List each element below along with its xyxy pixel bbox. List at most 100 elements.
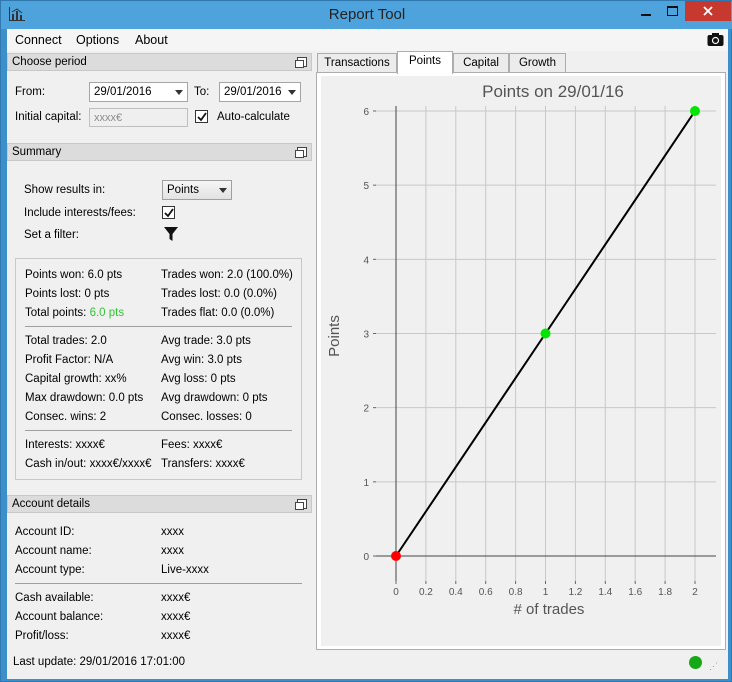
account-balance-label: Account balance: — [15, 611, 104, 623]
account-type-value: Live-xxxx — [161, 564, 209, 576]
chevron-down-icon — [288, 90, 296, 95]
total-points-label: Total points: — [25, 307, 87, 319]
show-results-label: Show results in: — [24, 184, 106, 196]
y-tick-label: 5 — [363, 181, 369, 192]
show-results-select[interactable]: Points — [162, 180, 232, 200]
menu-options[interactable]: Options — [76, 33, 119, 47]
menu-about[interactable]: About — [135, 33, 168, 47]
trades-won: Trades won: 2.0 (100.0%) — [161, 269, 293, 281]
left-panel: Choose period From: 29/01/2016 To: 29/01… — [7, 51, 313, 679]
cash-in-out: Cash in/out: xxxx€/xxxx€ — [25, 458, 152, 470]
max-drawdown: Max drawdown: 0.0 pts — [25, 392, 144, 404]
profit-loss-value: xxxx€ — [161, 630, 191, 642]
maximize-button[interactable] — [657, 1, 687, 21]
initial-capital-input[interactable]: xxxx€ — [89, 108, 188, 127]
checkmark-icon — [197, 112, 207, 122]
y-tick-label: 3 — [363, 330, 369, 341]
y-tick-label: 0 — [363, 552, 369, 563]
data-point — [391, 551, 401, 561]
chevron-down-icon — [219, 188, 227, 193]
float-icon[interactable] — [295, 499, 307, 510]
account-type-label: Account type: — [15, 564, 85, 576]
plot-area-background: Points on 29/01/16 0 0.2 0.4 0.6 0.8 1 1.2 1.4 1.… — [321, 76, 721, 646]
chart-title: Points on 29/01/16 — [482, 82, 624, 101]
capital-growth: Capital growth: xx% — [25, 373, 127, 385]
x-tick-label: 1.6 — [628, 587, 642, 598]
auto-calculate-checkbox[interactable] — [195, 110, 208, 123]
x-tick-label: 1 — [543, 587, 549, 598]
x-tick-label: 1.2 — [568, 587, 582, 598]
app-window: Report Tool Connect Options About Choose… — [0, 0, 732, 682]
total-trades: Total trades: 2.0 — [25, 335, 107, 347]
transfers: Transfers: xxxx€ — [161, 458, 245, 470]
camera-icon[interactable] — [707, 32, 724, 47]
profit-loss-label: Profit/loss: — [15, 630, 69, 642]
float-icon[interactable] — [295, 147, 307, 158]
consec-wins: Consec. wins: 2 — [25, 411, 107, 423]
auto-calculate-label: Auto-calculate — [217, 111, 290, 123]
main-client-area: Connect Options About Choose period From… — [7, 29, 728, 679]
profit-factor: Profit Factor: N/A — [25, 354, 114, 366]
close-icon — [703, 6, 713, 16]
y-tick-label: 4 — [363, 255, 369, 266]
avg-drawdown: Avg drawdown: 0 pts — [161, 392, 268, 404]
tab-growth[interactable]: Growth — [509, 53, 566, 73]
x-tick-label: 1.4 — [598, 587, 612, 598]
maximize-icon — [666, 6, 678, 16]
initial-capital-label: Initial capital: — [15, 111, 82, 123]
menu-connect[interactable]: Connect — [15, 33, 62, 47]
account-id-value: xxxx — [161, 526, 184, 538]
avg-trade: Avg trade: 3.0 pts — [161, 335, 251, 347]
y-axis-label: Points — [326, 315, 343, 357]
y-tick-label: 1 — [363, 478, 369, 489]
minimize-icon — [641, 14, 651, 16]
cash-available-label: Cash available: — [15, 592, 94, 604]
tab-transactions[interactable]: Transactions — [317, 53, 397, 73]
x-tick-label: 0.8 — [509, 587, 523, 598]
from-date-value: 29/01/2016 — [94, 86, 152, 98]
interests: Interests: xxxx€ — [25, 439, 105, 451]
summary-title: Summary — [12, 146, 62, 158]
y-tick-label: 2 — [363, 404, 369, 415]
title-bar[interactable]: Report Tool — [1, 1, 732, 29]
from-date-select[interactable]: 29/01/2016 — [89, 82, 188, 102]
chart-panel: Transactions Points Capital Growth Point… — [313, 51, 728, 679]
resize-grip-icon[interactable]: ⋰ — [709, 661, 719, 671]
to-date-select[interactable]: 29/01/2016 — [219, 82, 301, 102]
float-icon[interactable] — [295, 57, 307, 68]
account-details-title: Account details — [12, 498, 90, 510]
account-name-value: xxxx — [161, 545, 184, 557]
cash-available-value: xxxx€ — [161, 592, 191, 604]
x-tick-label: 0.2 — [419, 587, 433, 598]
summary-header: Summary — [7, 143, 312, 161]
x-axis-label: # of trades — [514, 601, 585, 618]
total-points: Total points: 6.0 pts — [25, 307, 124, 319]
choose-period-title: Choose period — [12, 56, 87, 68]
y-tick-label: 6 — [363, 107, 369, 118]
tab-capital[interactable]: Capital — [453, 53, 509, 73]
avg-win: Avg win: 3.0 pts — [161, 354, 242, 366]
filter-icon[interactable] — [163, 226, 179, 242]
points-tab-pane: Points on 29/01/16 0 0.2 0.4 0.6 0.8 1 1.2 1.4 1.… — [316, 72, 726, 650]
account-id-label: Account ID: — [15, 526, 75, 538]
trades-flat: Trades flat: 0.0 (0.0%) — [161, 307, 275, 319]
tab-points[interactable]: Points — [397, 51, 453, 74]
points-chart: Points on 29/01/16 0 0.2 0.4 0.6 0.8 1 1.2 1.4 1.… — [326, 82, 716, 618]
to-date-value: 29/01/2016 — [224, 86, 282, 98]
account-name-label: Account name: — [15, 545, 92, 557]
divider — [25, 326, 292, 327]
account-balance-value: xxxx€ — [161, 611, 191, 623]
points-lost: Points lost: 0 pts — [25, 288, 110, 300]
to-label: To: — [194, 86, 210, 98]
x-tick-label: 2 — [692, 587, 698, 598]
chevron-down-icon — [175, 90, 183, 95]
avg-loss: Avg loss: 0 pts — [161, 373, 236, 385]
total-points-value: 6.0 pts — [89, 307, 125, 319]
points-won: Points won: 6.0 pts — [25, 269, 123, 281]
x-tick-label: 0.6 — [479, 587, 493, 598]
include-fees-checkbox[interactable] — [162, 206, 175, 219]
close-button[interactable] — [685, 1, 731, 21]
divider — [25, 430, 292, 431]
consec-losses: Consec. losses: 0 — [161, 411, 252, 423]
trades-lost: Trades lost: 0.0 (0.0%) — [161, 288, 277, 300]
